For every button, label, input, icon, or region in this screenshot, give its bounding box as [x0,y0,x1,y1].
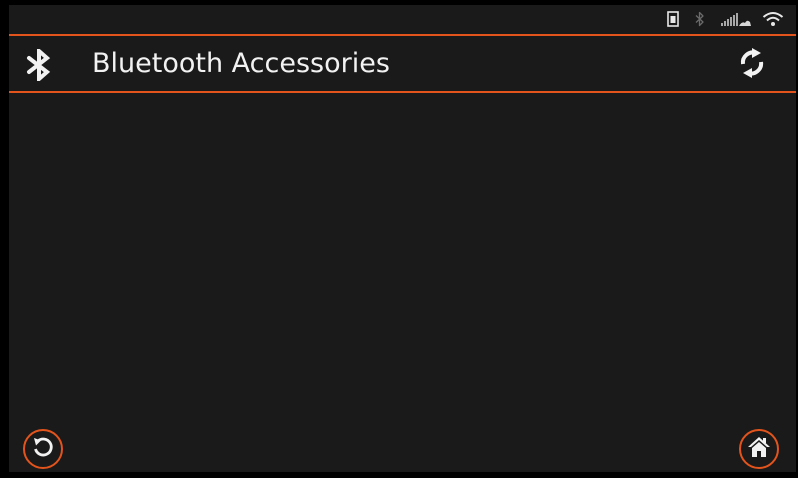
wifi-icon [761,9,785,29]
cellular-signal-icon [719,9,753,29]
header-bar: Bluetooth Accessories [9,34,796,93]
home-button[interactable] [739,429,779,469]
bluetooth-icon [24,46,54,84]
home-icon [747,435,771,463]
back-icon [31,435,55,463]
page-title: Bluetooth Accessories [92,48,390,79]
refresh-button[interactable] [734,47,770,83]
refresh-icon [737,47,767,83]
battery-icon [665,9,681,29]
back-button[interactable] [23,429,63,469]
status-bar [9,5,796,35]
bluetooth-accessories-screen: Bluetooth Accessories [9,5,796,472]
bluetooth-icon [693,9,707,29]
accessory-list [9,93,796,472]
